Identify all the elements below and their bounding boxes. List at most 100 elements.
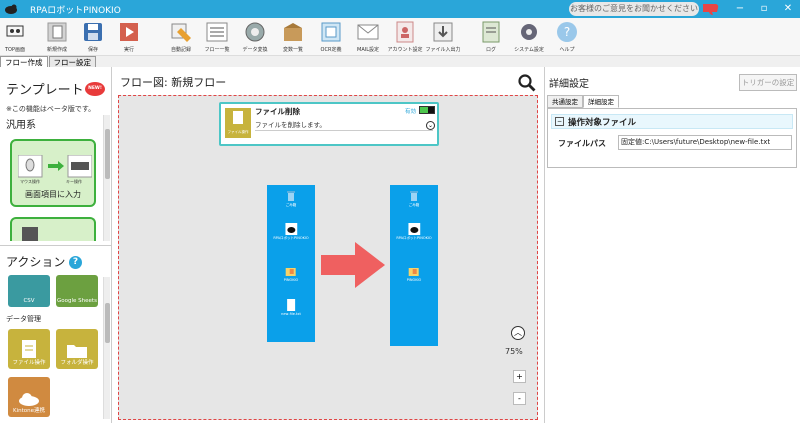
- collapse-icon[interactable]: −: [555, 117, 564, 126]
- help-icon: ?: [557, 22, 577, 42]
- ribbon-label: フロー一覧: [204, 47, 230, 53]
- minimize-button[interactable]: −: [728, 0, 752, 18]
- account-icon: [396, 21, 414, 43]
- recycle-bin-icon: [410, 191, 418, 201]
- new-file-button[interactable]: 新規作成: [42, 20, 72, 53]
- top-screen-button[interactable]: TOP画面: [0, 20, 30, 53]
- folder-icon: [408, 268, 419, 276]
- template-scrollbar[interactable]: [103, 115, 110, 241]
- file-path-field[interactable]: 固定値:C:\Users\future\Desktop\new-file.txt: [618, 135, 792, 150]
- flow-list-button[interactable]: フロー一覧: [202, 20, 232, 53]
- template-partial-icon: [22, 227, 38, 241]
- template-card-input[interactable]: マウス操作 キー操作 画面項目に入力: [10, 139, 96, 207]
- tile-csv[interactable]: CSV: [8, 275, 50, 307]
- file-icon: [22, 340, 36, 358]
- trigger-settings-button[interactable]: トリガーの設定: [739, 74, 797, 91]
- ribbon-toolbar: TOP画面 新規作成 保存 実行 自動記録 フロー一覧 データ変換 変数一覧 O…: [0, 18, 800, 56]
- search-icon[interactable]: [518, 74, 536, 92]
- robot-logo-icon: [6, 25, 24, 37]
- log-button[interactable]: ログ: [476, 20, 506, 53]
- close-button[interactable]: ✕: [776, 0, 800, 18]
- variable-list-button[interactable]: 変数一覧: [278, 20, 308, 53]
- tab-flow-create[interactable]: フロー作成: [0, 56, 48, 67]
- action-help-icon[interactable]: ?: [69, 256, 82, 269]
- section-header[interactable]: − 操作対象ファイル: [551, 114, 793, 129]
- desktop-icon: RPAロボットPINOKIO: [396, 223, 432, 241]
- tile-folder-operation[interactable]: フォルダ操作: [56, 329, 98, 369]
- enable-toggle[interactable]: [419, 106, 435, 114]
- robot-logo-icon: [408, 223, 420, 235]
- ribbon-label: アカウント設定: [387, 47, 423, 53]
- main-tabs: フロー作成 フロー設定: [0, 56, 97, 67]
- mail-icon: [357, 24, 379, 40]
- system-settings-button[interactable]: システム設定: [514, 20, 544, 53]
- window-title: RPAロボットPINOKIO: [30, 5, 121, 16]
- cloud-icon: [19, 393, 39, 406]
- tab-flow-settings[interactable]: フロー設定: [48, 56, 96, 67]
- flow-canvas[interactable]: ファイル操作 ファイル削除 有効 ファイルを削除します。 ⌄ ごみ箱 RPAロボ…: [118, 95, 538, 420]
- file-operation-icon: ファイル操作: [225, 108, 251, 138]
- tile-file-operation[interactable]: ファイル操作: [8, 329, 50, 369]
- key-label: キー操作: [66, 179, 82, 184]
- ocr-button[interactable]: OCR定義: [316, 20, 346, 53]
- action-heading: アクション: [6, 255, 66, 269]
- tab-common-settings[interactable]: 共通設定: [547, 95, 583, 108]
- detail-title: 詳細設定: [549, 79, 589, 90]
- chevron-down-icon[interactable]: ⌄: [426, 121, 435, 130]
- run-icon: [120, 23, 138, 41]
- template-card-next[interactable]: [10, 217, 96, 241]
- run-button[interactable]: 実行: [114, 20, 144, 53]
- maximize-button[interactable]: ▫: [752, 0, 776, 18]
- tile-label: Kintone連携: [12, 408, 45, 414]
- zoom-out-button[interactable]: -: [513, 392, 526, 405]
- ribbon-label: データ変換: [242, 47, 268, 53]
- tile-kintone[interactable]: Kintone連携: [8, 377, 50, 417]
- ribbon-label: 保存: [87, 47, 98, 53]
- scroll-up-button[interactable]: ︿: [511, 326, 525, 340]
- recycle-bin-icon: [287, 191, 295, 201]
- action-scrollbar[interactable]: [103, 277, 110, 419]
- title-bar: RPAロボットPINOKIO お客様のご意見をお聞かせください − ▫ ✕: [0, 0, 800, 18]
- category-generic: 汎用系: [6, 120, 36, 131]
- detail-content: − 操作対象ファイル ファイルパス 固定値:C:\Users\future\De…: [547, 108, 797, 168]
- ocr-icon: [321, 22, 341, 42]
- tab-detail-settings[interactable]: 詳細設定: [583, 95, 619, 108]
- desktop-icon: ごみ箱: [285, 190, 297, 208]
- category-data: データ管理: [6, 315, 41, 323]
- ribbon-label: MAIL設定: [357, 47, 379, 53]
- save-button[interactable]: 保存: [78, 20, 108, 53]
- action-icon-label: ファイル操作: [227, 130, 249, 134]
- system-settings-icon: [521, 24, 537, 40]
- desktop-icon: PINOKIO: [407, 265, 421, 282]
- desktop-icon: RPAロボットPINOKIO: [273, 223, 309, 241]
- app-logo-icon: [5, 4, 17, 14]
- help-button[interactable]: ? ヘルプ: [552, 20, 582, 53]
- feedback-button[interactable]: お客様のご意見をお聞かせください: [569, 2, 699, 16]
- ribbon-label: ヘルプ: [559, 47, 575, 53]
- tile-google-sheets[interactable]: Google Sheets: [56, 275, 98, 307]
- template-caption: 画面項目に入力: [25, 190, 81, 199]
- text-file-icon: [286, 299, 295, 311]
- robot-logo-icon: [285, 223, 297, 235]
- data-convert-icon: [245, 22, 265, 42]
- file-path-label: ファイルパス: [558, 139, 606, 148]
- valid-label: 有効: [405, 109, 417, 115]
- folder-icon: [285, 268, 296, 276]
- mouse-label: マウス操作: [20, 179, 40, 184]
- left-panel: テンプレート NEW! ※この機能はベータ版です。 汎用系 マウス操作 キー操作…: [0, 67, 112, 423]
- file-io-icon: [433, 22, 453, 42]
- auto-record-button[interactable]: 自動記録: [166, 20, 196, 53]
- folder-icon: [67, 345, 87, 358]
- desktop-icon: PINOKIO: [284, 265, 298, 282]
- detail-tabs: 共通設定 詳細設定: [547, 95, 619, 108]
- action-description: ファイルを削除します。: [255, 121, 326, 129]
- zoom-in-button[interactable]: +: [513, 370, 526, 383]
- data-convert-button[interactable]: データ変換: [240, 20, 270, 53]
- account-settings-button[interactable]: アカウント設定: [387, 20, 423, 53]
- mouse-to-keyboard-icon: [18, 155, 92, 178]
- thumbs-down-icon[interactable]: [702, 2, 720, 16]
- action-card-file-delete[interactable]: ファイル操作 ファイル削除 有効 ファイルを削除します。 ⌄: [219, 102, 439, 146]
- tile-label: Google Sheets: [57, 298, 97, 304]
- mail-settings-button[interactable]: MAIL設定: [353, 20, 383, 53]
- file-io-button[interactable]: ファイル入出力: [426, 20, 461, 53]
